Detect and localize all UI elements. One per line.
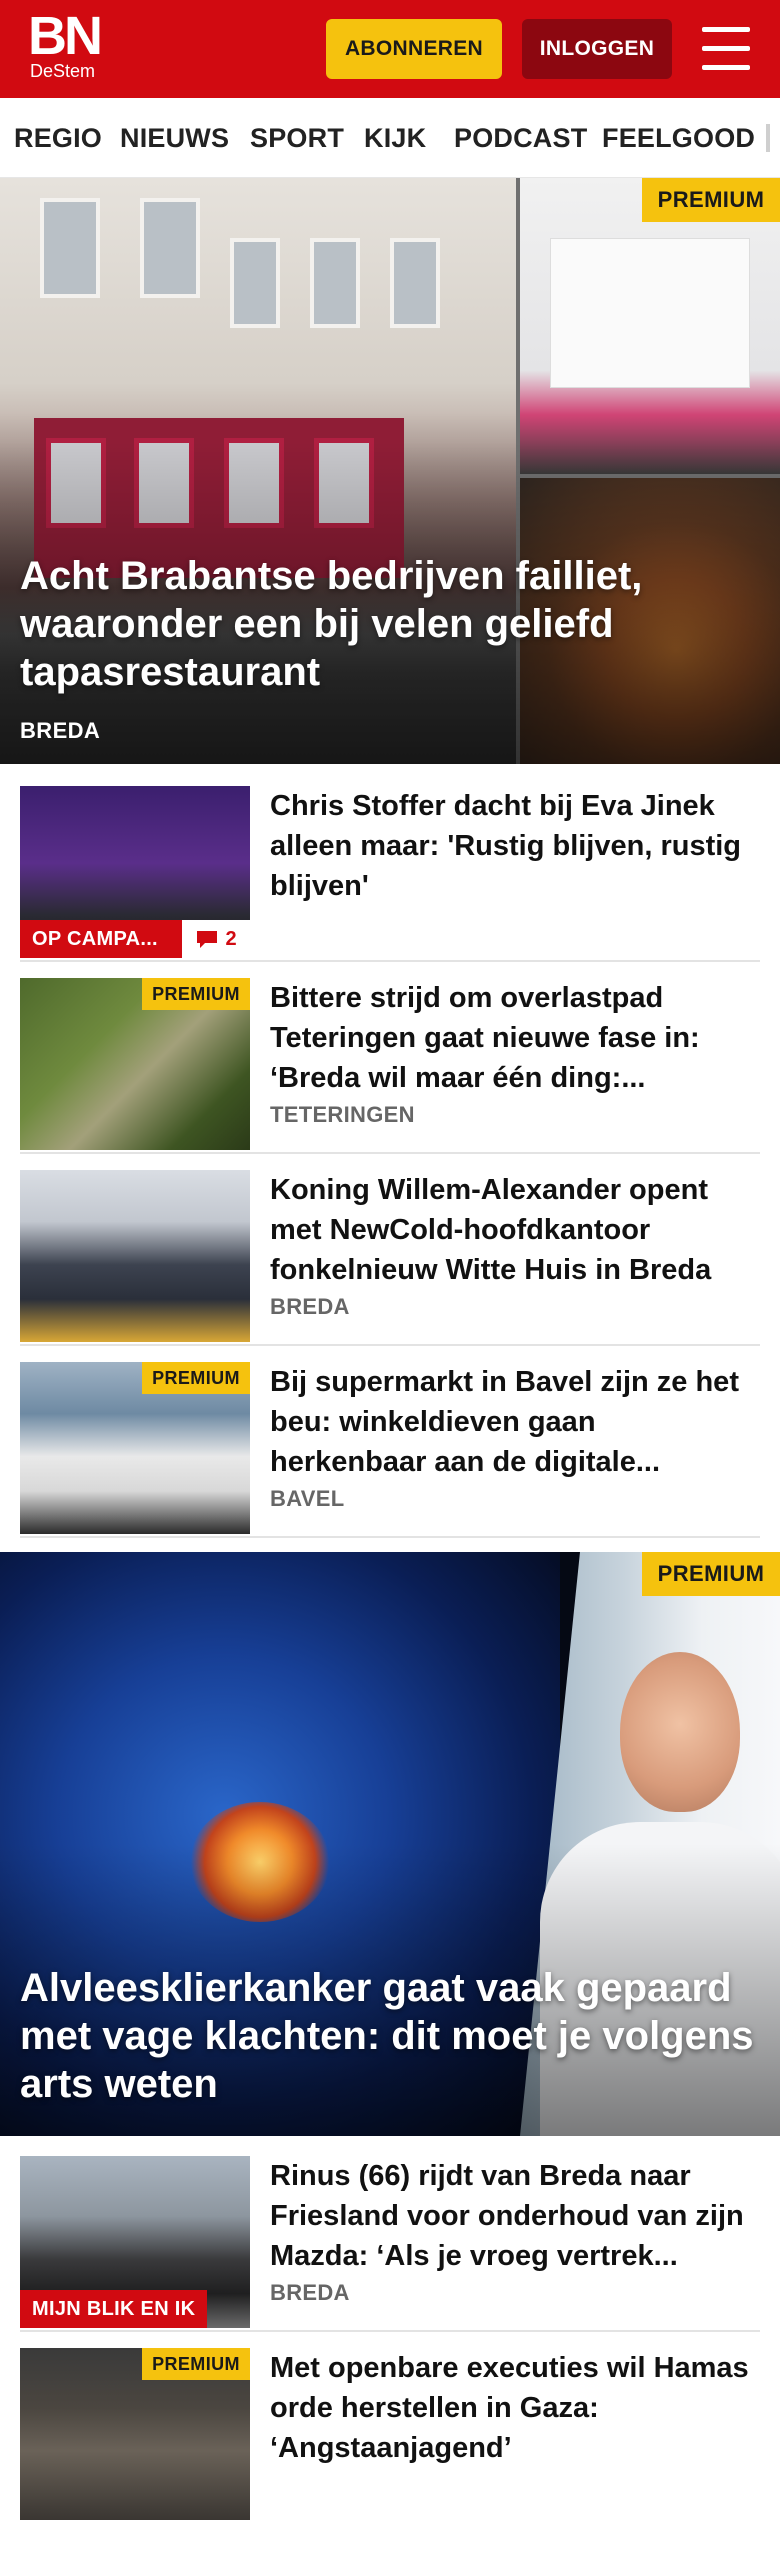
article-location: BREDA — [270, 1294, 350, 1319]
article-title[interactable]: Bij supermarkt in Bavel zijn ze het beu:… — [270, 1362, 750, 1482]
nav-item-nieuws[interactable]: NIEUWS — [120, 98, 229, 177]
list-item[interactable]: MIJN BLIK EN IK Rinus (66) rijdt van Bre… — [20, 2156, 760, 2332]
logo-main-text: BN — [28, 6, 103, 66]
nav-item-podcast[interactable]: PODCAST — [454, 98, 587, 177]
hero-title[interactable]: Acht Brabantse bedrijven failliet, waaro… — [20, 552, 720, 696]
comment-count-value: 2 — [225, 928, 237, 950]
nav-item-regio[interactable]: REGIO — [14, 98, 102, 177]
menu-bar — [702, 65, 750, 70]
nav-item-kijk[interactable]: KIJK — [364, 98, 426, 177]
article-location: TETERINGEN — [270, 1102, 415, 1127]
feature-article[interactable]: PREMIUM Alvleesklierkanker gaat vaak gep… — [0, 1552, 780, 2136]
article-location: BAVEL — [270, 1486, 345, 1511]
section-nav: REGIO NIEUWS SPORT KIJK PODCAST FEELGOOD — [0, 98, 780, 178]
article-thumbnail: MIJN BLIK EN IK — [20, 2156, 250, 2328]
article-tag: MIJN BLIK EN IK — [20, 2290, 208, 2328]
article-title[interactable]: Rinus (66) rijdt van Breda naar Frieslan… — [270, 2156, 750, 2276]
feature-title[interactable]: Alvleesklierkanker gaat vaak gepaard met… — [20, 1964, 770, 2108]
article-title[interactable]: Bittere strijd om overlastpad Teteringen… — [270, 978, 750, 1098]
article-location: BREDA — [270, 2280, 350, 2305]
article-title[interactable]: Met openbare executies wil Hamas orde he… — [270, 2348, 750, 2468]
list-item[interactable]: PREMIUM Bij supermarkt in Bavel zijn ze … — [20, 1362, 760, 1538]
site-logo[interactable]: BN DeStem — [28, 6, 103, 82]
nav-item-sport[interactable]: SPORT — [250, 98, 344, 177]
hero-article[interactable]: PREMIUM Acht Brabantse bedrijven faillie… — [0, 178, 780, 764]
nav-overflow-indicator — [766, 124, 770, 152]
premium-badge: PREMIUM — [142, 1362, 250, 1394]
site-header: BN DeStem ABONNEREN INLOGGEN — [0, 0, 780, 98]
comment-icon — [197, 931, 218, 948]
nav-item-feelgood[interactable]: FEELGOOD — [602, 98, 755, 177]
premium-badge: PREMIUM — [142, 2348, 250, 2380]
premium-badge: PREMIUM — [642, 1552, 780, 1596]
article-title[interactable]: Chris Stoffer dacht bij Eva Jinek alleen… — [270, 786, 750, 906]
hamburger-menu-icon[interactable] — [702, 27, 750, 71]
subscribe-button[interactable]: ABONNEREN — [326, 19, 502, 79]
menu-bar — [702, 27, 750, 32]
list-item[interactable]: Koning Willem-Alexander opent met NewCol… — [20, 1170, 760, 1346]
article-title[interactable]: Koning Willem-Alexander opent met NewCol… — [270, 1170, 750, 1290]
comment-count[interactable]: 2 — [182, 920, 250, 958]
list-item[interactable]: OP CAMPA... 2 Chris Stoffer dacht bij Ev… — [20, 786, 760, 962]
premium-badge: PREMIUM — [642, 178, 780, 222]
hero-location: BREDA — [20, 718, 101, 743]
list-item[interactable]: PREMIUM Bittere strijd om overlastpad Te… — [20, 978, 760, 1154]
article-thumbnail: OP CAMPA... 2 — [20, 786, 250, 958]
login-button[interactable]: INLOGGEN — [522, 19, 672, 79]
article-thumbnail: PREMIUM — [20, 2348, 250, 2520]
article-thumbnail: PREMIUM — [20, 978, 250, 1150]
logo-sub-text: DeStem — [30, 61, 96, 81]
article-tag: OP CAMPA... — [20, 920, 182, 958]
list-item[interactable]: PREMIUM Met openbare executies wil Hamas… — [20, 2348, 760, 2524]
article-thumbnail — [20, 1170, 250, 1342]
article-thumbnail: PREMIUM — [20, 1362, 250, 1534]
menu-bar — [702, 46, 750, 51]
premium-badge: PREMIUM — [142, 978, 250, 1010]
